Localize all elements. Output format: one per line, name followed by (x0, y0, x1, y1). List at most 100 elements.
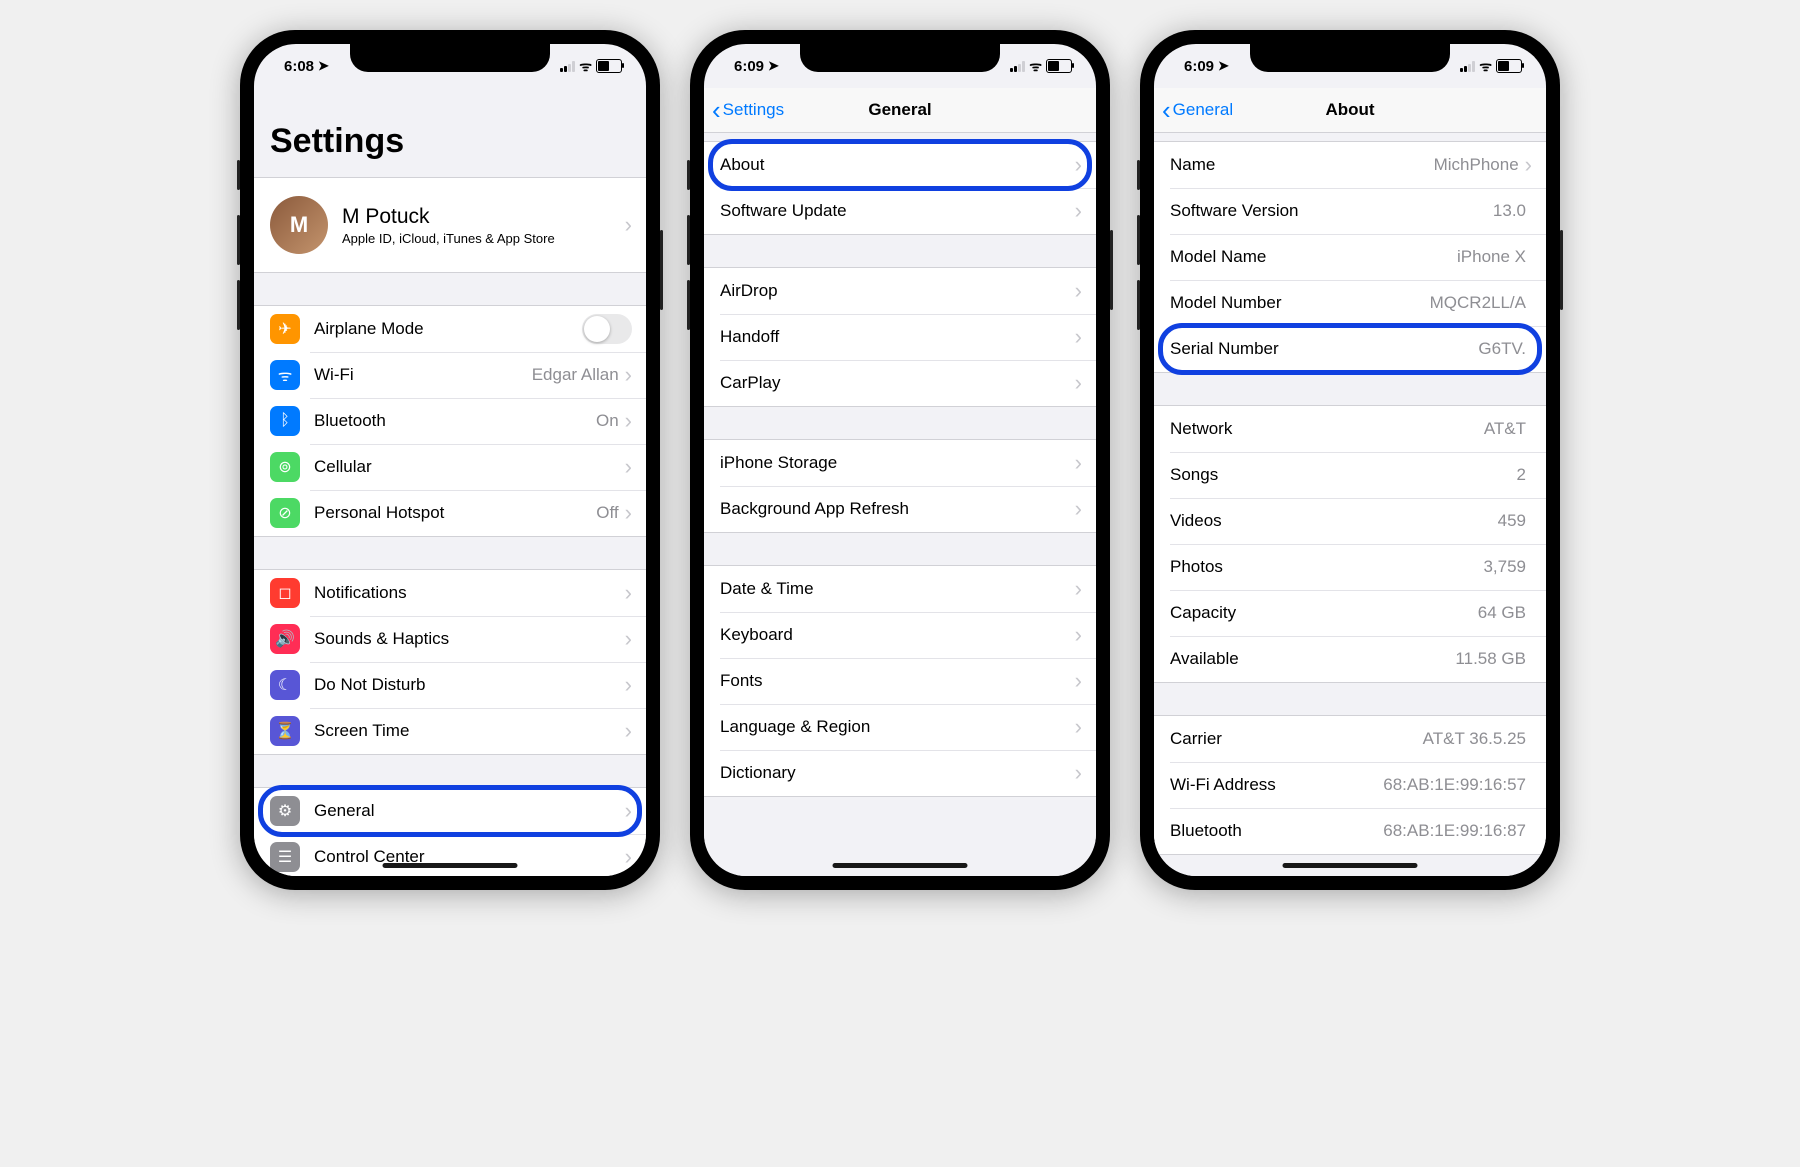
row-label: Fonts (720, 671, 1075, 691)
screentime-icon: ⏳ (270, 716, 300, 746)
home-indicator[interactable] (1283, 863, 1418, 868)
notch (1250, 44, 1450, 72)
status-time: 6:09 (1184, 58, 1214, 75)
row-about[interactable]: About› (704, 142, 1096, 188)
avatar: M (270, 196, 328, 254)
row-airdrop[interactable]: AirDrop› (704, 268, 1096, 314)
chevron-icon: › (1075, 278, 1082, 304)
chevron-icon: › (1075, 370, 1082, 396)
row-network[interactable]: NetworkAT&T (1154, 406, 1546, 452)
wifi-icon: ᯤ (1479, 57, 1492, 76)
chevron-icon: › (625, 580, 632, 606)
row-carrier[interactable]: CarrierAT&T 36.5.25 (1154, 716, 1546, 762)
row-label: Bluetooth (314, 411, 596, 431)
back-button[interactable]: ‹ Settings (704, 97, 784, 123)
status-time: 6:09 (734, 58, 764, 75)
row-general[interactable]: ⚙General› (254, 788, 646, 834)
profile-name: M Potuck (342, 205, 625, 229)
chevron-icon: › (625, 718, 632, 744)
sounds-icon: 🔊 (270, 624, 300, 654)
back-label: Settings (723, 100, 784, 120)
row-value: 11.58 GB (1455, 649, 1526, 669)
row-wi-fi-address[interactable]: Wi-Fi Address68:AB:1E:99:16:57 (1154, 762, 1546, 808)
row-songs[interactable]: Songs2 (1154, 452, 1546, 498)
notch (800, 44, 1000, 72)
row-value: 68:AB:1E:99:16:87 (1383, 821, 1526, 841)
home-indicator[interactable] (833, 863, 968, 868)
wifi-icon: ᯤ (1029, 57, 1042, 76)
row-bluetooth[interactable]: ᛒBluetoothOn› (254, 398, 646, 444)
row-label: Available (1170, 649, 1455, 669)
row-name[interactable]: NameMichPhone› (1154, 142, 1546, 188)
row-label: Screen Time (314, 721, 625, 741)
notifications-icon: ◻ (270, 578, 300, 608)
battery-icon (596, 59, 622, 73)
hotspot-icon: ⊘ (270, 498, 300, 528)
phone-frame-about: 6:09 ➤ ᯤ ‹ General About NameMichPhone›S… (1140, 30, 1560, 890)
row-fonts[interactable]: Fonts› (704, 658, 1096, 704)
row-label: Songs (1170, 465, 1517, 485)
battery-icon (1496, 59, 1522, 73)
row-value: 2 (1517, 465, 1526, 485)
row-model-name[interactable]: Model NameiPhone X (1154, 234, 1546, 280)
chevron-icon: › (1075, 714, 1082, 740)
back-label: General (1173, 100, 1233, 120)
row-bluetooth[interactable]: Bluetooth68:AB:1E:99:16:87 (1154, 808, 1546, 854)
row-label: Name (1170, 155, 1434, 175)
toggle-switch[interactable] (582, 314, 632, 344)
row-videos[interactable]: Videos459 (1154, 498, 1546, 544)
row-label: Handoff (720, 327, 1075, 347)
row-label: Language & Region (720, 717, 1075, 737)
row-dictionary[interactable]: Dictionary› (704, 750, 1096, 796)
chevron-icon: › (625, 672, 632, 698)
wifi-icon: ᯤ (579, 57, 592, 76)
row-background-app-refresh[interactable]: Background App Refresh› (704, 486, 1096, 532)
profile-subtitle: Apple ID, iCloud, iTunes & App Store (342, 231, 625, 246)
row-label: Capacity (1170, 603, 1478, 623)
row-label: About (720, 155, 1075, 175)
row-cellular[interactable]: ⊚Cellular› (254, 444, 646, 490)
row-photos[interactable]: Photos3,759 (1154, 544, 1546, 590)
row-handoff[interactable]: Handoff› (704, 314, 1096, 360)
phone-frame-general: 6:09 ➤ ᯤ ‹ Settings General About›Softwa… (690, 30, 1110, 890)
row-value: AT&T (1484, 419, 1526, 439)
row-airplane-mode[interactable]: ✈Airplane Mode (254, 306, 646, 352)
row-model-number[interactable]: Model NumberMQCR2LL/A (1154, 280, 1546, 326)
row-label: Personal Hotspot (314, 503, 596, 523)
row-label: Videos (1170, 511, 1498, 531)
row-label: iPhone Storage (720, 453, 1075, 473)
signal-icon (1010, 61, 1025, 72)
row-do-not-disturb[interactable]: ☾ Do Not Disturb› (254, 662, 646, 708)
home-indicator[interactable] (383, 863, 518, 868)
row-iphone-storage[interactable]: iPhone Storage› (704, 440, 1096, 486)
chevron-icon: › (1075, 622, 1082, 648)
profile-row[interactable]: M M Potuck Apple ID, iCloud, iTunes & Ap… (254, 178, 646, 272)
row-label: Do Not Disturb (314, 675, 625, 695)
wifi-icon: ᯤ (270, 360, 300, 390)
row-label: Sounds & Haptics (314, 629, 625, 649)
row-carplay[interactable]: CarPlay› (704, 360, 1096, 406)
row-label: Keyboard (720, 625, 1075, 645)
chevron-icon: › (1075, 668, 1082, 694)
dnd-icon: ☾ (270, 670, 300, 700)
row-serial-number[interactable]: Serial NumberG6TV. (1154, 326, 1546, 372)
chevron-icon: › (625, 500, 632, 526)
row-label: Background App Refresh (720, 499, 1075, 519)
row-personal-hotspot[interactable]: ⊘Personal HotspotOff› (254, 490, 646, 536)
row-label: Bluetooth (1170, 821, 1383, 841)
row-sounds-haptics[interactable]: 🔊Sounds & Haptics› (254, 616, 646, 662)
row-language-region[interactable]: Language & Region› (704, 704, 1096, 750)
row-label: Carrier (1170, 729, 1423, 749)
row-screen-time[interactable]: ⏳ Screen Time› (254, 708, 646, 754)
row-notifications[interactable]: ◻Notifications› (254, 570, 646, 616)
back-button[interactable]: ‹ General (1154, 97, 1233, 123)
row-available[interactable]: Available11.58 GB (1154, 636, 1546, 682)
row-keyboard[interactable]: Keyboard› (704, 612, 1096, 658)
row-capacity[interactable]: Capacity64 GB (1154, 590, 1546, 636)
row-date-time[interactable]: Date & Time› (704, 566, 1096, 612)
row-control-center[interactable]: ☰Control Center› (254, 834, 646, 876)
row-software-version[interactable]: Software Version13.0 (1154, 188, 1546, 234)
row-wi-fi[interactable]: ᯤWi-FiEdgar Allan› (254, 352, 646, 398)
row-software-update[interactable]: Software Update› (704, 188, 1096, 234)
row-value: Edgar Allan (532, 365, 619, 385)
